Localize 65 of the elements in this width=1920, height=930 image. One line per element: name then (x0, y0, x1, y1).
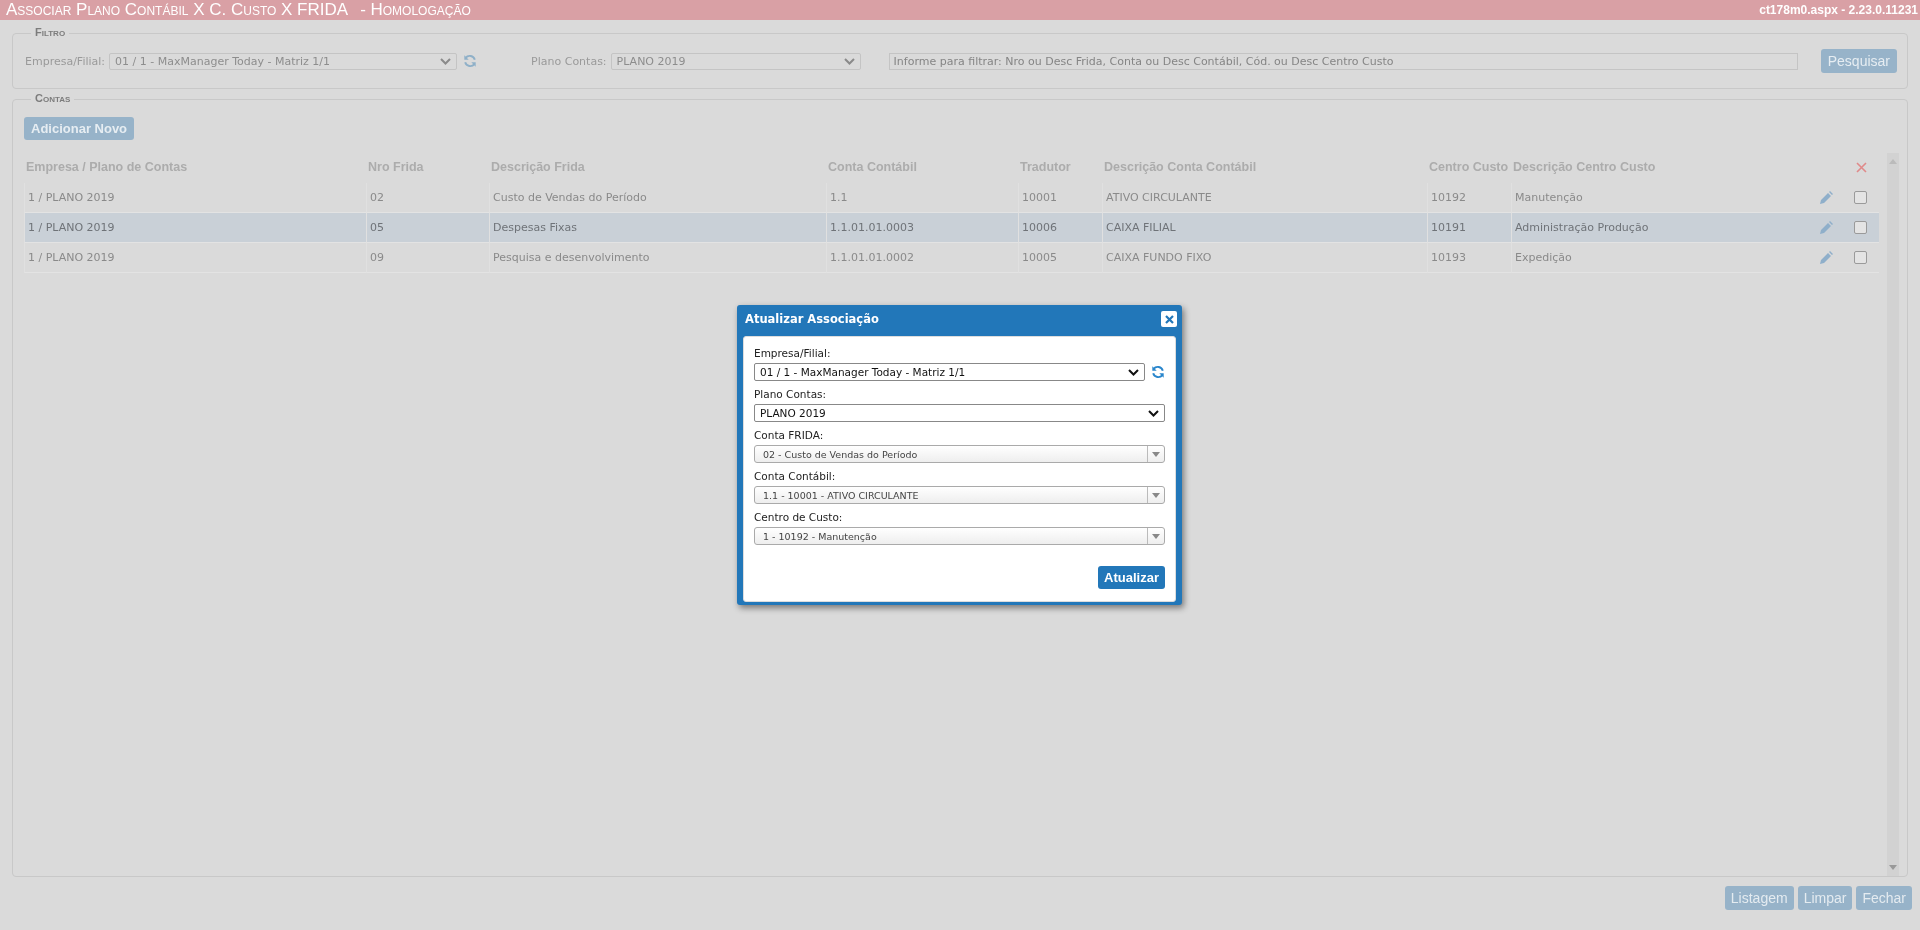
search-field[interactable]: Informe para filtrar: Nro ou Desc Frida, Conta ou Desc Contábil, Cód. ou Desc Centro Custo (888, 52, 1798, 70)
table-cell: 1 / PLANO 2019 (24, 213, 366, 243)
table-cell: CAIXA FILIAL (1102, 213, 1427, 243)
field-label: Plano Contas: (531, 54, 607, 68)
pencil-icon[interactable] (1818, 250, 1833, 265)
search-button[interactable]: Pesquisar (1820, 49, 1897, 73)
close-button[interactable]: Fechar (1856, 886, 1912, 910)
field-label: Conta Contábil: (754, 470, 837, 482)
table-cell: Expedição (1511, 243, 1809, 273)
plano-select[interactable]: PLANO 2019 (610, 52, 861, 70)
pencil-icon[interactable] (1818, 220, 1833, 235)
chevron-down-icon (440, 57, 452, 65)
row-checkbox[interactable] (1854, 251, 1867, 264)
table-cell: 09 (366, 243, 489, 273)
table-cell: 10005 (1018, 243, 1102, 273)
table-row[interactable]: 1 / PLANO 2019 05 Despesas Fixas 1.1.01.01.0003 10006 CAIXA FILIAL 10191 Administração Produção (24, 213, 1879, 243)
field-label: Empresa/Filial: (754, 347, 832, 359)
environment-label: - Homologação (360, 0, 471, 20)
table-cell: Despesas Fixas (489, 213, 826, 243)
refresh-icon[interactable] (463, 54, 478, 68)
refresh-icon[interactable] (1151, 365, 1165, 379)
table-cell: CAIXA FUNDO FIXO (1102, 243, 1427, 273)
field-label: Empresa/Filial: (25, 54, 106, 68)
table-cell: Pesquisa e desenvolvimento (489, 243, 826, 273)
update-button[interactable]: Atualizar (1098, 566, 1165, 589)
section-legend: Filtro (31, 26, 70, 38)
field-label: Centro de Custo: (754, 511, 844, 523)
chevron-down-icon (1148, 409, 1159, 417)
dropdown-select[interactable]: PLANO 2019 (754, 404, 1165, 422)
table-cell: 05 (366, 213, 489, 243)
triangle-down-icon (1152, 451, 1160, 457)
dropdown-select[interactable]: 01 / 1 - MaxManager Today - Matriz 1/1 (754, 363, 1145, 381)
table-cell: 10006 (1018, 213, 1102, 243)
scroll-down-icon[interactable] (1889, 865, 1897, 870)
section-legend: Contas (31, 92, 75, 104)
empresa-select[interactable]: 01 / 1 - MaxManager Today - Matriz 1/1 (109, 52, 458, 70)
triangle-down-icon (1152, 492, 1160, 498)
row-checkbox[interactable] (1854, 221, 1867, 234)
add-new-button[interactable]: Adicionar Novo (24, 117, 135, 140)
combo-box[interactable]: 02 - Custo de Vendas do Período (754, 445, 1165, 463)
table-cell: 1.1.01.01.0002 (826, 243, 1018, 273)
table-cell: 10193 (1427, 243, 1511, 273)
field-label: Conta FRIDA: (754, 429, 825, 441)
table-cell: 1 / PLANO 2019 (24, 243, 366, 273)
listing-button[interactable]: Listagem (1724, 886, 1794, 910)
pencil-icon[interactable] (1818, 190, 1833, 205)
row-checkbox[interactable] (1854, 191, 1867, 204)
delete-icon[interactable] (1856, 161, 1867, 173)
chevron-down-icon (843, 57, 855, 65)
scrollbar[interactable] (1887, 153, 1899, 876)
page-title: Associar Plano Contábil X C. Custo X FRIDA (6, 0, 349, 20)
table-cell: 1.1.01.01.0003 (826, 213, 1018, 243)
triangle-down-icon (1152, 533, 1160, 539)
version-label: ct178m0.aspx - 2.23.0.11231 (1759, 3, 1919, 17)
close-button[interactable] (1161, 311, 1177, 327)
combo-box[interactable]: 1.1 - 10001 - ATIVO CIRCULANTE (754, 486, 1165, 504)
dialog-title: Atualizar Associação (745, 312, 879, 326)
clear-button[interactable]: Limpar (1797, 886, 1853, 910)
combo-box[interactable]: 1 - 10192 - Manutenção (754, 527, 1165, 545)
chevron-down-icon (1128, 368, 1139, 376)
table-cell: 10191 (1427, 213, 1511, 243)
table-cell: Administração Produção (1511, 213, 1809, 243)
close-icon (1164, 314, 1174, 324)
table-row[interactable]: 1 / PLANO 2019 09 Pesquisa e desenvolvimento 1.1.01.01.0002 10005 CAIXA FUNDO FIXO 10193 Expedição (24, 243, 1879, 273)
field-label: Plano Contas: (754, 388, 828, 400)
